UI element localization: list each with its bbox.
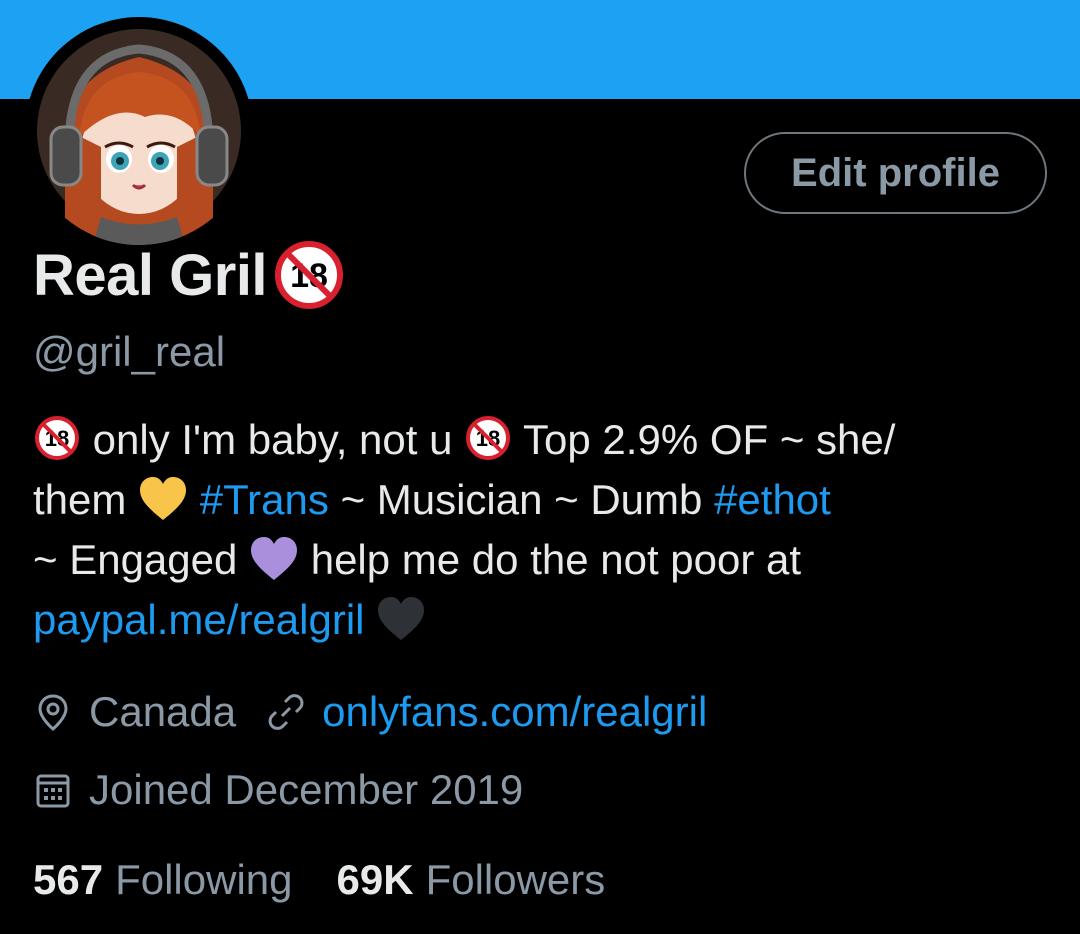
- bio-line-4: paypal.me/realgril: [33, 590, 1063, 650]
- bio-text: ~ Engaged: [33, 536, 238, 583]
- hashtag-trans-link[interactable]: #Trans: [200, 476, 329, 523]
- hashtag-ethot-link[interactable]: #ethot: [714, 476, 831, 523]
- bio-text: them: [33, 476, 127, 523]
- followers-link[interactable]: 69K Followers: [337, 856, 606, 904]
- avatar[interactable]: [25, 17, 253, 245]
- bio-line-3: ~ Engaged help me do the not poor at: [33, 530, 1063, 590]
- link-icon: [268, 694, 304, 730]
- no-under-18-emoji: 18: [275, 241, 344, 309]
- location-text: Canada: [89, 688, 237, 735]
- profile-meta-row: Canada onlyfans.com/realgril: [33, 684, 707, 740]
- bio-line-1: 18 only I'm baby, not u 18 Top 2.9% OF ~…: [33, 410, 1063, 470]
- joined-row: Joined December 2019: [33, 762, 523, 818]
- calendar-icon: [36, 774, 70, 808]
- joined-date: Joined December 2019: [89, 766, 524, 813]
- followers-count: 69K: [336, 856, 414, 903]
- bio-text: ~ Musician ~ Dumb: [340, 476, 703, 523]
- location-pin-icon: [38, 694, 68, 731]
- followers-label: Followers: [425, 856, 606, 903]
- paypal-link[interactable]: paypal.me/realgril: [33, 596, 365, 643]
- display-name-row: Real Gril 18: [33, 240, 345, 310]
- bio-text: only I'm baby, not u: [92, 416, 453, 463]
- follow-stats: 567 Following 69K Followers: [33, 852, 605, 908]
- bio-text: Top 2.9% OF ~ she/: [523, 416, 896, 463]
- no-under-18-emoji: 18: [466, 416, 511, 460]
- display-name: Real Gril: [33, 242, 268, 308]
- following-count: 567: [33, 856, 104, 903]
- purple-heart-emoji: [251, 537, 298, 580]
- bio: 18 only I'm baby, not u 18 Top 2.9% OF ~…: [33, 410, 1063, 650]
- following-label: Following: [115, 856, 293, 903]
- no-under-18-emoji: 18: [35, 416, 79, 460]
- handle: @gril_real: [33, 328, 226, 375]
- following-link[interactable]: 567 Following: [33, 856, 293, 904]
- black-heart-emoji: [378, 597, 425, 640]
- bio-text: help me do the not poor at: [310, 536, 802, 583]
- edit-profile-button[interactable]: Edit profile: [744, 132, 1047, 214]
- bio-line-2: them #Trans ~ Musician ~ Dumb #ethot: [33, 470, 1063, 530]
- yellow-heart-emoji: [140, 477, 187, 520]
- website-link[interactable]: onlyfans.com/realgril: [322, 688, 707, 736]
